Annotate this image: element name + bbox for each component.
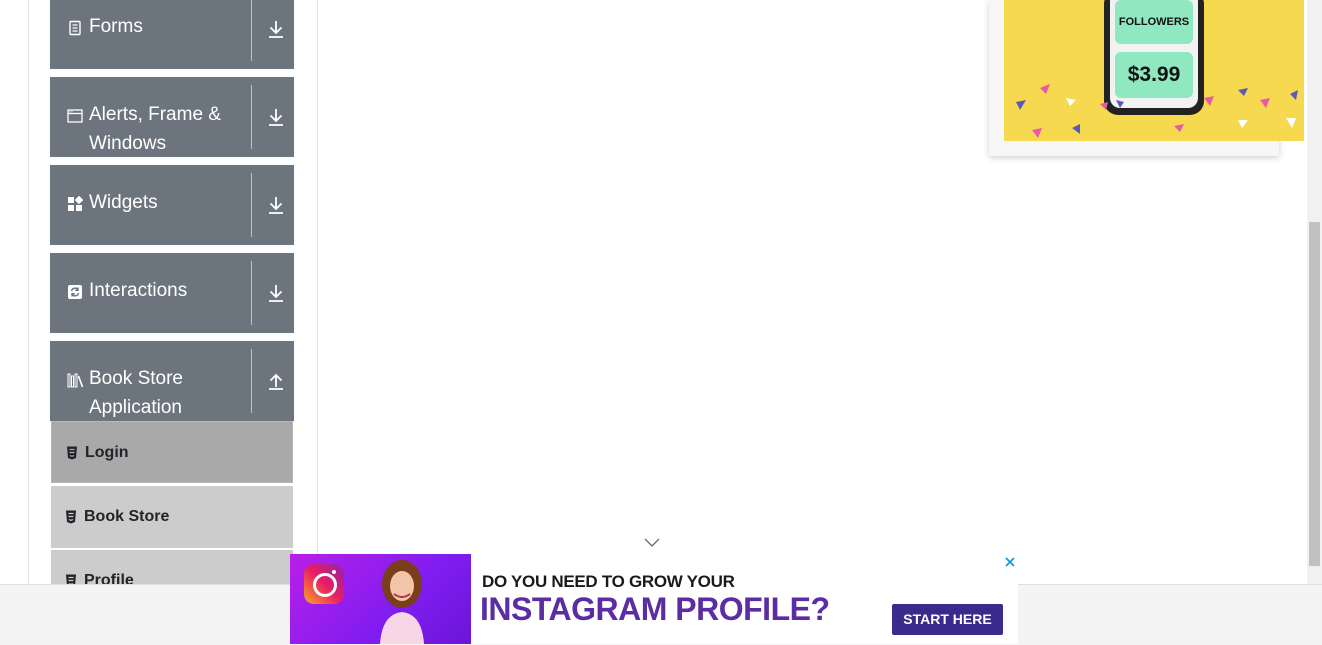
- left-border: [28, 0, 29, 584]
- document-icon: [69, 20, 81, 36]
- ad-image: FOLLOWERS $3.99: [1004, 0, 1304, 141]
- html5-icon: [66, 510, 76, 524]
- group-label: Forms: [89, 16, 143, 37]
- group-widgets[interactable]: Widgets: [50, 165, 294, 245]
- menu-item-label: Book Store: [84, 508, 170, 525]
- group-book-store-application[interactable]: Book Store Application: [50, 341, 294, 421]
- html5-icon: [66, 574, 76, 584]
- content-divider: [317, 0, 318, 584]
- group-divider: [251, 349, 252, 413]
- group-divider: [251, 85, 252, 149]
- chevron-down-icon[interactable]: [644, 538, 660, 548]
- side-ad-card[interactable]: FOLLOWERS $3.99: [989, 0, 1304, 156]
- instagram-logo-icon: [304, 564, 344, 604]
- html5-icon: [67, 446, 77, 460]
- group-interactions[interactable]: Interactions: [50, 253, 294, 333]
- download-arrow-icon[interactable]: [264, 193, 288, 217]
- menu-item-label: Profile: [84, 572, 134, 584]
- menu-item-book-store[interactable]: Book Store: [51, 486, 293, 548]
- group-divider: [251, 0, 252, 61]
- download-arrow-icon[interactable]: [264, 281, 288, 305]
- banner-headline: DO YOU NEED TO GROW YOUR: [482, 572, 735, 591]
- group-label: Interactions: [89, 280, 188, 301]
- woman-illustration: [380, 560, 424, 644]
- group-label: Alerts, Frame & Windows: [89, 104, 221, 154]
- group-label: Book Store Application: [89, 368, 183, 418]
- group-forms[interactable]: Forms: [50, 0, 294, 69]
- confetti-decoration: [1016, 84, 1298, 138]
- scrollbar-thumb[interactable]: [1309, 222, 1320, 566]
- group-divider: [251, 261, 252, 325]
- widgets-grid-icon: [68, 196, 83, 211]
- close-icon[interactable]: [1003, 555, 1017, 569]
- menu-item-profile[interactable]: Profile: [51, 550, 293, 584]
- upload-arrow-icon[interactable]: [264, 369, 288, 393]
- instagram-banner-ad[interactable]: DO YOU NEED TO GROW YOUR INSTAGRAM PROFI…: [290, 554, 1018, 644]
- menu-item-login[interactable]: Login: [51, 421, 293, 483]
- group-divider: [251, 173, 252, 237]
- refresh-icon: [68, 285, 82, 299]
- window-icon: [67, 109, 83, 123]
- download-arrow-icon[interactable]: [264, 17, 288, 41]
- menu-item-label: Login: [85, 444, 129, 461]
- banner-title: INSTAGRAM PROFILE?: [480, 591, 830, 627]
- group-label: Widgets: [89, 192, 158, 213]
- books-icon: [67, 373, 84, 388]
- start-here-button[interactable]: START HERE: [892, 604, 1003, 635]
- group-alerts-frame-windows[interactable]: Alerts, Frame & Windows: [50, 77, 294, 157]
- banner-image: [290, 554, 471, 644]
- download-arrow-icon[interactable]: [264, 105, 288, 129]
